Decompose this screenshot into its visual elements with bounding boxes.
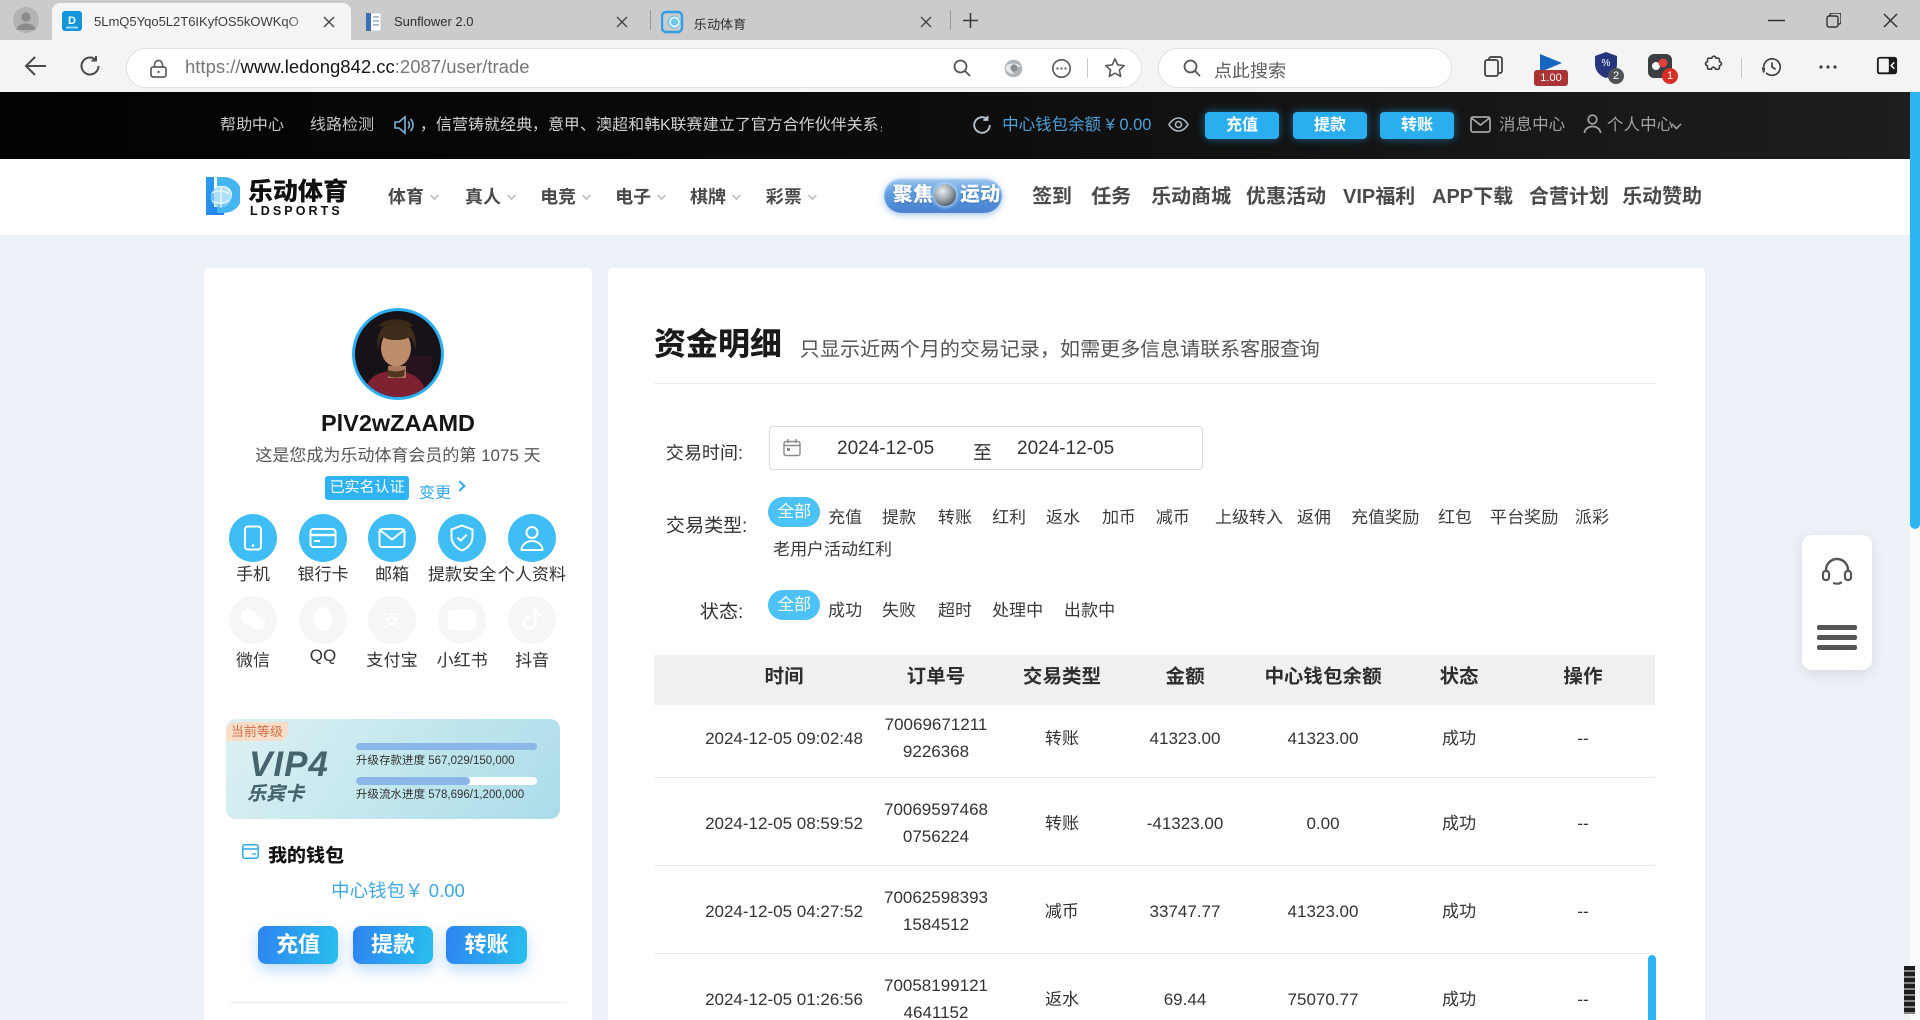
svg-text:D: D [68, 15, 76, 27]
svg-text:%: % [1602, 58, 1611, 69]
svg-text:支: 支 [383, 607, 401, 632]
